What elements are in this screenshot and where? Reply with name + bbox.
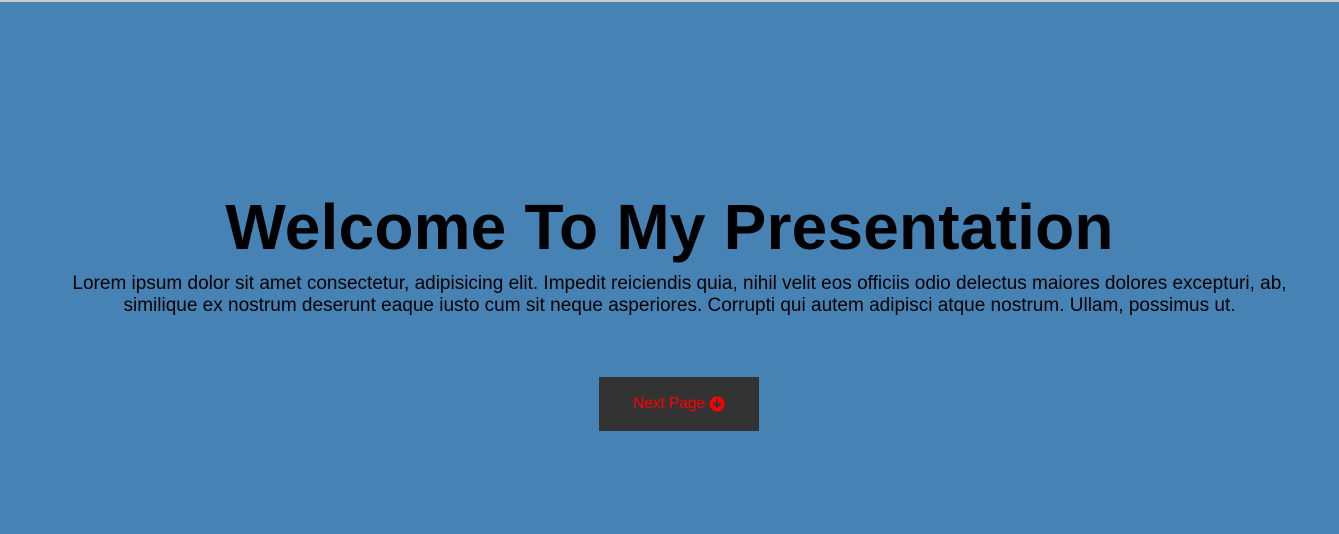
arrow-circle-down-icon	[709, 396, 725, 412]
hero-section: Welcome To My Presentation Lorem ipsum d…	[0, 2, 1339, 534]
next-page-label: Next Page	[632, 395, 705, 412]
next-page-button[interactable]: Next Page	[599, 377, 759, 431]
intro-paragraph: Lorem ipsum dolor sit amet consectetur, …	[72, 273, 1287, 316]
page-title: Welcome To My Presentation	[225, 191, 1114, 263]
